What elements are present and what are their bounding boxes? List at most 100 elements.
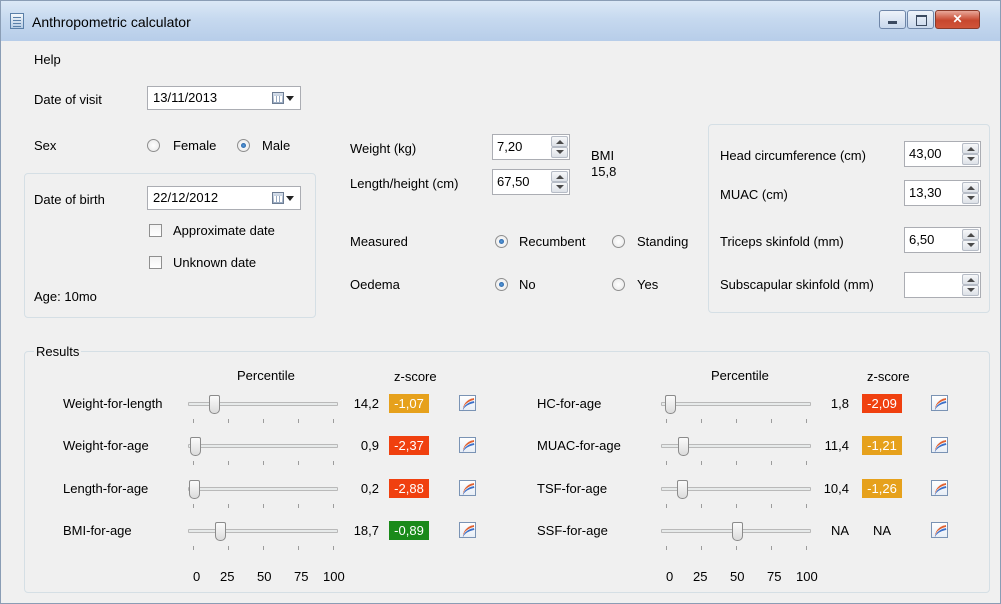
slider-tick	[333, 546, 334, 550]
slider-thumb[interactable]	[208, 395, 220, 414]
standing-label[interactable]: Standing	[637, 234, 688, 249]
length-down-button[interactable]	[551, 182, 568, 193]
slider-thumb[interactable]	[732, 522, 743, 541]
percentile-slider[interactable]	[188, 395, 338, 425]
slider-thumb[interactable]	[190, 437, 202, 456]
maximize-button[interactable]	[907, 10, 934, 29]
slider-thumb[interactable]	[215, 522, 227, 541]
head-down-button[interactable]	[962, 154, 979, 165]
oedema-no-label[interactable]: No	[519, 277, 536, 292]
slider-track	[188, 529, 338, 533]
weight-down-button[interactable]	[551, 147, 568, 158]
slider-tick	[806, 504, 807, 508]
sex-male-radio[interactable]	[237, 139, 250, 152]
weight-input[interactable]: 7,20	[492, 134, 570, 160]
zscore-badge: -1,07	[389, 394, 429, 413]
app-window: Anthropometric calculator Help Date of v…	[0, 0, 1001, 604]
unknown-date-label[interactable]: Unknown date	[173, 255, 256, 270]
growth-chart-icon[interactable]	[931, 480, 948, 496]
percentile-slider[interactable]	[661, 437, 811, 467]
slider-thumb[interactable]	[664, 395, 676, 414]
slider-tick	[263, 546, 264, 550]
approximate-date-label[interactable]: Approximate date	[173, 223, 275, 238]
head-up-button[interactable]	[962, 143, 979, 154]
minimize-button[interactable]	[879, 10, 906, 29]
head-circumference-input[interactable]: 43,00	[904, 141, 981, 167]
oedema-no-radio[interactable]	[495, 278, 508, 291]
growth-chart-icon[interactable]	[931, 522, 948, 538]
recumbent-label[interactable]: Recumbent	[519, 234, 585, 249]
indicator-name: HC-for-age	[537, 396, 602, 411]
triceps-skinfold-label: Triceps skinfold (mm)	[720, 234, 844, 249]
length-input[interactable]: 67,50	[492, 169, 570, 195]
menu-help[interactable]: Help	[34, 52, 61, 67]
subscap-down-button[interactable]	[962, 285, 979, 296]
weight-up-button[interactable]	[551, 136, 568, 147]
percentile-slider[interactable]	[188, 522, 338, 552]
muac-down-button[interactable]	[962, 193, 979, 204]
bmi-value: 15,8	[591, 164, 617, 179]
scale-label: 50	[730, 569, 745, 584]
triceps-skinfold-input[interactable]: 6,50	[904, 227, 981, 253]
muac-input[interactable]: 13,30	[904, 180, 981, 206]
triceps-up-button[interactable]	[962, 229, 979, 240]
scale-label: 25	[693, 569, 708, 584]
percentile-slider[interactable]	[661, 395, 811, 425]
measured-label: Measured	[350, 234, 408, 249]
percentile-value: NA	[830, 523, 849, 538]
close-button[interactable]	[935, 10, 980, 29]
growth-chart-icon[interactable]	[459, 480, 476, 496]
percentile-slider[interactable]	[188, 437, 338, 467]
oedema-yes-radio[interactable]	[612, 278, 625, 291]
slider-thumb[interactable]	[677, 437, 689, 456]
growth-chart-icon[interactable]	[931, 437, 948, 453]
recumbent-radio[interactable]	[495, 235, 508, 248]
slider-tick	[666, 461, 667, 465]
triceps-down-button[interactable]	[962, 240, 979, 251]
percentile-value: 0,2	[360, 481, 379, 496]
slider-tick	[806, 461, 807, 465]
date-of-visit-picker[interactable]: 13/11/2013	[147, 86, 301, 110]
percentile-slider[interactable]	[661, 480, 811, 510]
slider-tick	[701, 546, 702, 550]
subscapular-skinfold-input[interactable]	[904, 272, 981, 298]
date-of-birth-label: Date of birth	[34, 192, 105, 207]
age-text: Age: 10mo	[34, 289, 97, 304]
length-label: Length/height (cm)	[350, 176, 459, 191]
slider-tick	[298, 546, 299, 550]
slider-tick	[666, 546, 667, 550]
date-of-birth-picker[interactable]: 22/12/2012	[147, 186, 301, 210]
subscap-up-button[interactable]	[962, 274, 979, 285]
slider-thumb[interactable]	[676, 480, 688, 499]
growth-chart-icon[interactable]	[931, 395, 948, 411]
slider-tick	[806, 546, 807, 550]
unknown-date-checkbox[interactable]	[149, 256, 162, 269]
percentile-value: 10,4	[823, 481, 849, 496]
percentile-slider[interactable]	[188, 480, 338, 510]
growth-chart-icon[interactable]	[459, 522, 476, 538]
percentile-header-right: Percentile	[711, 368, 769, 383]
sex-female-radio[interactable]	[147, 139, 160, 152]
muac-up-button[interactable]	[962, 182, 979, 193]
slider-tick	[263, 461, 264, 465]
slider-tick	[806, 419, 807, 423]
standing-radio[interactable]	[612, 235, 625, 248]
sex-male-label[interactable]: Male	[262, 138, 290, 153]
calendar-dropdown-icon[interactable]	[272, 192, 294, 205]
slider-track	[188, 444, 338, 448]
slider-tick	[333, 504, 334, 508]
length-up-button[interactable]	[551, 171, 568, 182]
triceps-skinfold-value: 6,50	[909, 232, 935, 247]
approximate-date-checkbox[interactable]	[149, 224, 162, 237]
slider-thumb[interactable]	[189, 480, 201, 499]
oedema-yes-label[interactable]: Yes	[637, 277, 658, 292]
muac-value: 13,30	[909, 185, 942, 200]
growth-chart-icon[interactable]	[459, 437, 476, 453]
zscore-badge: -2,88	[389, 479, 429, 498]
title-bar: Anthropometric calculator	[1, 1, 1000, 41]
slider-tick	[701, 461, 702, 465]
calendar-dropdown-icon[interactable]	[272, 92, 294, 105]
sex-female-label[interactable]: Female	[173, 138, 216, 153]
growth-chart-icon[interactable]	[459, 395, 476, 411]
percentile-slider[interactable]	[661, 522, 811, 552]
